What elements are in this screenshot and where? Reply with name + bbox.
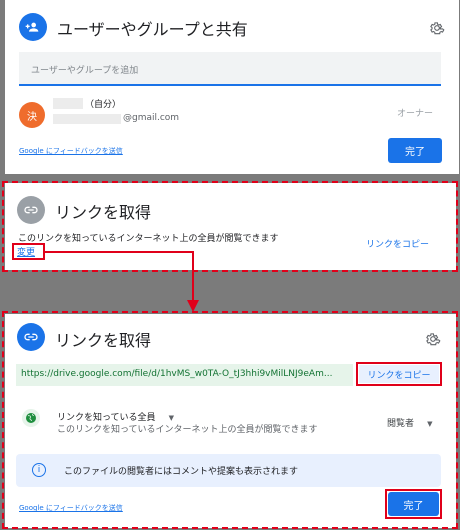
add-people-input[interactable]: ユーザーやグループを追加 [19,52,441,86]
get-link-title: リンクを取得 [55,331,152,350]
copy-link-button[interactable]: リンクをコピー [359,365,439,383]
copy-link-button[interactable]: リンクをコピー [366,237,429,250]
info-icon: i [32,463,46,477]
share-dialog: ユーザーやグループと共有 ユーザーやグループを追加 決 （自分） @gmail.… [5,0,459,174]
access-dropdown[interactable]: リンクを知っている全員 ▼ [57,405,174,423]
add-people-placeholder: ユーザーやグループを追加 [31,66,139,76]
feedback-link[interactable]: Google にフィードバックを送信 [19,503,123,513]
user-self-label: （自分） [85,100,122,110]
done-button[interactable]: 完了 [388,138,442,163]
highlight-get-link-collapsed [2,181,458,272]
user-email: @gmail.com [123,113,180,123]
role-dropdown[interactable]: 閲覧者 ▼ [387,411,433,430]
link-access-description: このリンクを知っているインターネット上の全員が閲覧できます [18,234,279,244]
link-icon [17,323,45,351]
get-link-title: リンクを取得 [55,203,152,222]
link-icon [17,196,45,224]
owner-role: オーナー [397,109,434,119]
settings-gear-icon[interactable] [429,20,445,36]
info-banner: i このファイルの閲覧者にはコメントや提案も表示されます [16,454,441,487]
chevron-down-icon: ▼ [427,420,433,428]
person-add-icon [19,13,47,41]
info-text: このファイルの閲覧者にはコメントや提案も表示されます [64,467,299,477]
user-email-redacted [53,114,121,124]
role-label: 閲覧者 [387,419,415,429]
user-name-redacted [53,98,83,109]
access-description: このリンクを知っているインターネット上の全員が閲覧できます [57,425,318,435]
change-link-button[interactable]: 変更 [17,245,35,258]
avatar-letter: 決 [27,111,37,123]
avatar: 決 [19,102,45,128]
globe-icon [22,409,40,427]
chevron-down-icon: ▼ [168,414,175,422]
copy-link-label: リンクをコピー [367,370,431,381]
settings-gear-icon[interactable] [425,331,441,347]
done-button[interactable]: 完了 [388,492,439,516]
link-url-text: https://drive.google.com/file/d/1hvMS_w0… [21,369,333,379]
link-url-field[interactable]: https://drive.google.com/file/d/1hvMS_w0… [16,364,353,386]
feedback-link[interactable]: Google にフィードバックを送信 [19,146,123,156]
share-title: ユーザーやグループと共有 [57,20,248,39]
